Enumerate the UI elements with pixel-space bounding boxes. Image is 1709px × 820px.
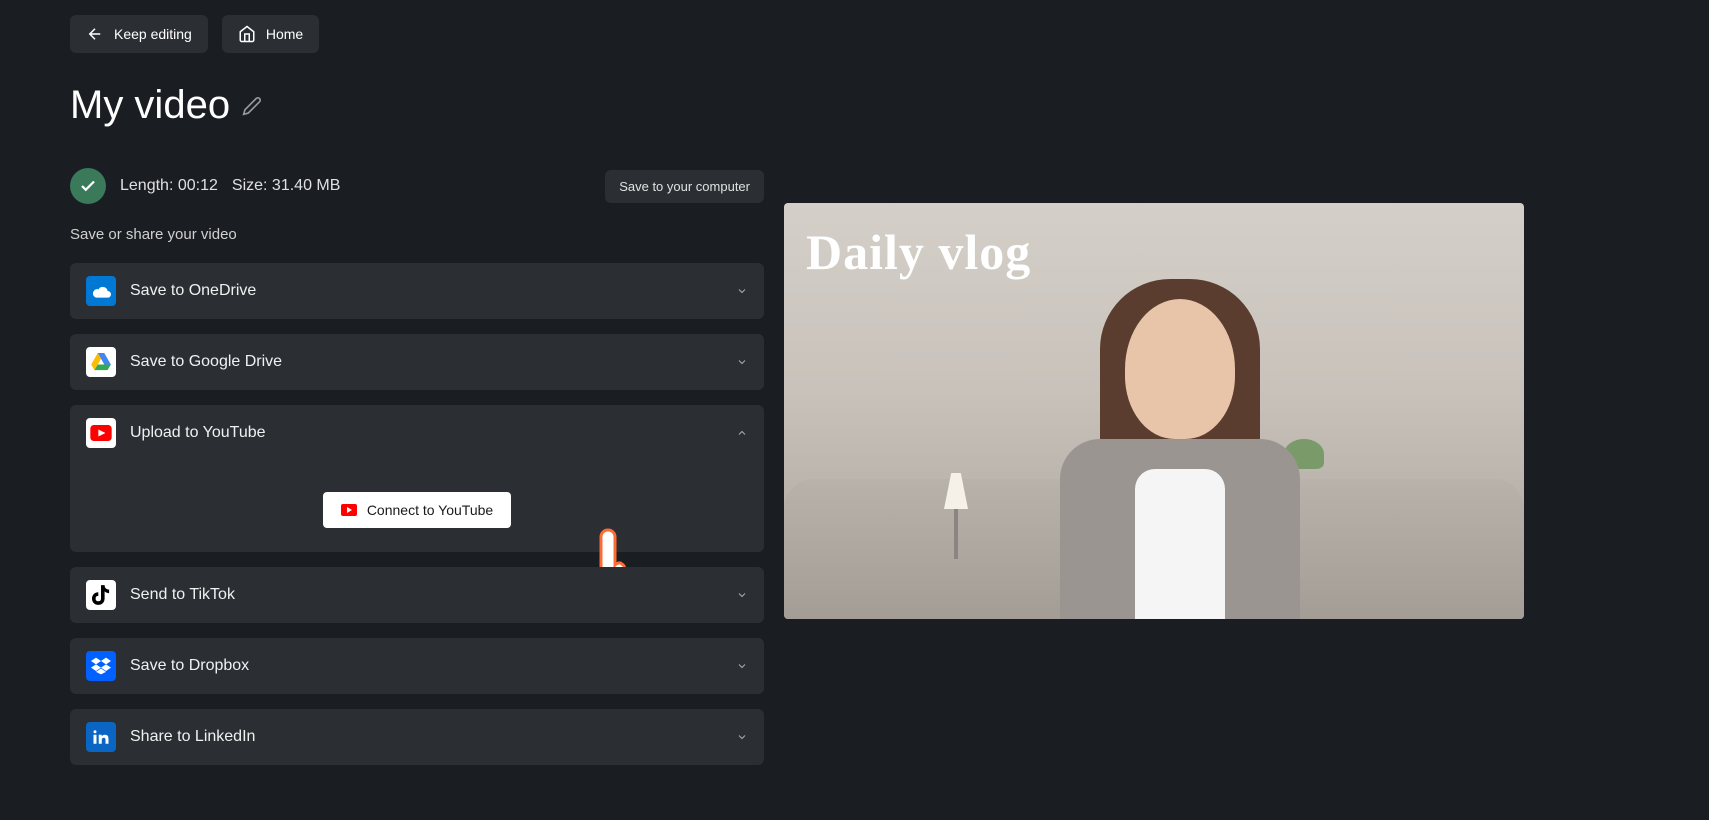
home-icon <box>238 25 256 43</box>
video-preview[interactable]: Daily vlog <box>784 203 1524 619</box>
connect-area: Connect to YouTube <box>86 492 748 528</box>
status-badge <box>70 168 106 204</box>
connect-youtube-button[interactable]: Connect to YouTube <box>323 492 511 528</box>
share-item-google-drive[interactable]: Save to Google Drive <box>70 334 764 390</box>
share-item-youtube[interactable]: Upload to YouTube Connect to YouTube <box>70 405 764 552</box>
preview-scene-person <box>1050 259 1310 619</box>
share-label: Save to OneDrive <box>130 282 722 300</box>
tiktok-icon <box>86 580 116 610</box>
edit-icon[interactable] <box>242 96 262 116</box>
arrow-left-icon <box>86 25 104 43</box>
length-label: Length: 00:12 <box>120 177 218 195</box>
youtube-mini-icon <box>341 504 357 516</box>
home-button[interactable]: Home <box>222 15 319 53</box>
connect-label: Connect to YouTube <box>367 502 493 518</box>
chevron-down-icon <box>736 285 748 297</box>
keep-editing-button[interactable]: Keep editing <box>70 15 208 53</box>
preview-overlay-text: Daily vlog <box>806 223 1031 281</box>
onedrive-icon <box>86 276 116 306</box>
video-title: My video <box>70 83 230 128</box>
share-label: Share to LinkedIn <box>130 728 722 746</box>
chevron-down-icon <box>736 731 748 743</box>
main-content: My video Length: 00:12 Size: 31.40 MB Sa… <box>0 53 1709 765</box>
chevron-up-icon <box>736 427 748 439</box>
dropbox-icon <box>86 651 116 681</box>
section-label: Save or share your video <box>70 226 764 243</box>
right-panel: Daily vlog <box>784 83 1639 765</box>
share-label: Save to Dropbox <box>130 657 722 675</box>
youtube-icon <box>86 418 116 448</box>
share-label: Upload to YouTube <box>130 424 722 442</box>
info-row: Length: 00:12 Size: 31.40 MB Save to you… <box>70 168 764 204</box>
title-row: My video <box>70 83 764 128</box>
share-label: Save to Google Drive <box>130 353 722 371</box>
share-item-linkedin[interactable]: Share to LinkedIn <box>70 709 764 765</box>
chevron-down-icon <box>736 356 748 368</box>
keep-editing-label: Keep editing <box>114 26 192 42</box>
share-item-tiktok[interactable]: Send to TikTok <box>70 567 764 623</box>
share-label: Send to TikTok <box>130 586 722 604</box>
share-item-dropbox[interactable]: Save to Dropbox <box>70 638 764 694</box>
home-label: Home <box>266 26 303 42</box>
chevron-down-icon <box>736 589 748 601</box>
chevron-down-icon <box>736 660 748 672</box>
share-list: Save to OneDrive Save to Google Drive Up… <box>70 263 764 765</box>
google-drive-icon <box>86 347 116 377</box>
check-icon <box>79 177 97 195</box>
size-label: Size: 31.40 MB <box>232 177 341 195</box>
save-to-computer-button[interactable]: Save to your computer <box>605 170 764 203</box>
left-panel: My video Length: 00:12 Size: 31.40 MB Sa… <box>70 83 764 765</box>
share-item-onedrive[interactable]: Save to OneDrive <box>70 263 764 319</box>
linkedin-icon <box>86 722 116 752</box>
top-bar: Keep editing Home <box>0 0 1709 53</box>
